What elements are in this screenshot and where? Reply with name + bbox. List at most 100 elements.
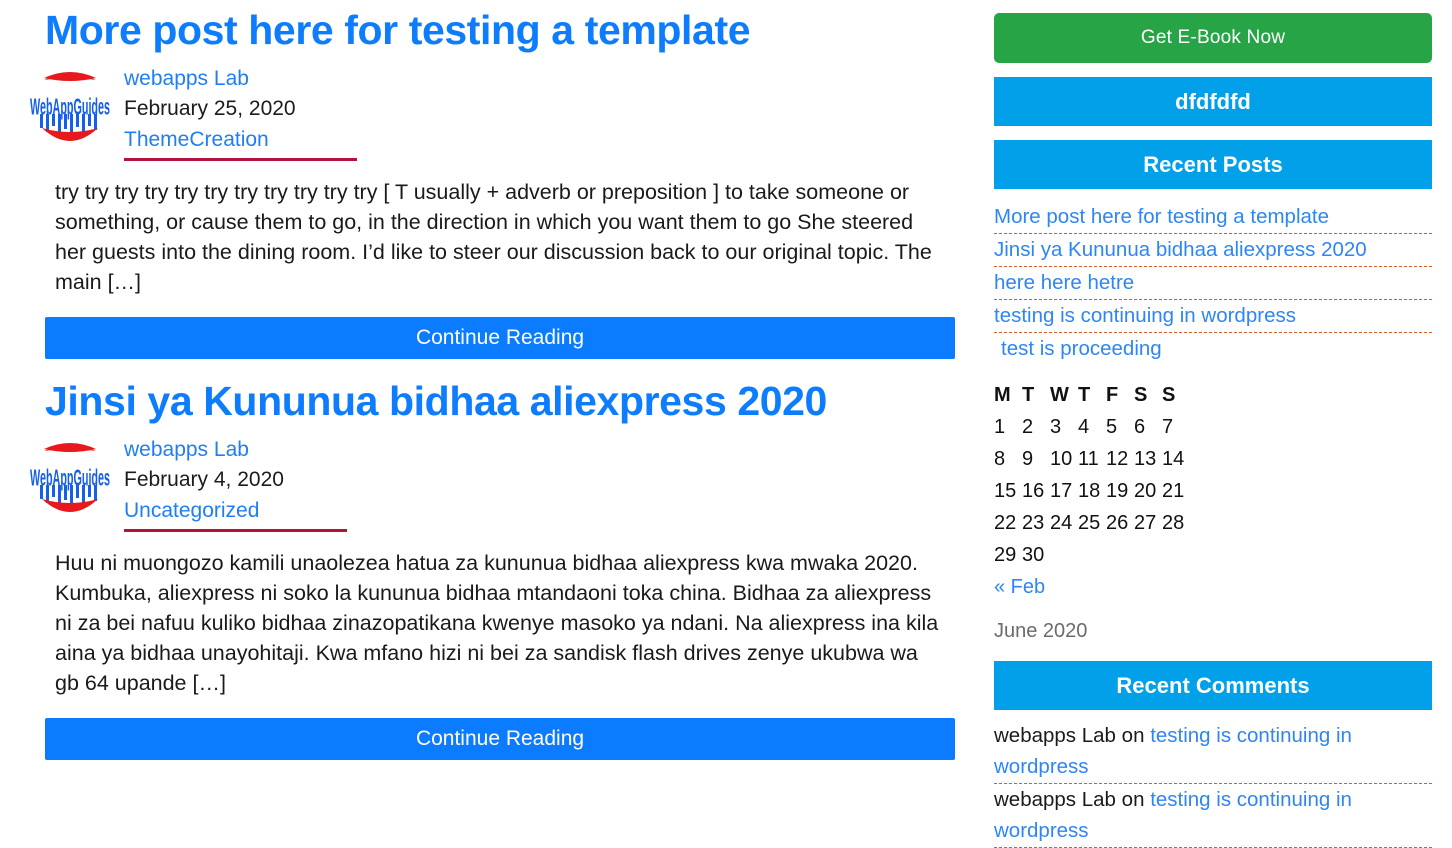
svg-text:WebAppGuides: WebAppGuides [30, 93, 110, 120]
avatar: WebAppGuides [22, 58, 118, 154]
webappguides-logo-icon: WebAppGuides [30, 443, 110, 512]
post-date: February 25, 2020 [124, 97, 296, 120]
calendar-weekday: T [1078, 384, 1091, 406]
list-item: here here hetre [994, 267, 1432, 300]
calendar-month-caption: June 2020 [994, 620, 1088, 642]
post-meta: WebAppGuides webapps Lab February 25, 20… [0, 56, 960, 161]
calendar-day [1162, 539, 1190, 571]
post-category-link[interactable]: Uncategorized [124, 499, 259, 522]
get-ebook-button[interactable]: Get E-Book Now [994, 13, 1432, 63]
calendar-day[interactable]: 17 [1050, 475, 1078, 507]
comment-author: webapps Lab [994, 788, 1116, 811]
calendar-day[interactable]: 22 [994, 507, 1022, 539]
calendar-day[interactable]: 4 [1078, 411, 1106, 443]
calendar-weekday: S [1162, 384, 1176, 406]
calendar-day[interactable]: 26 [1106, 507, 1134, 539]
calendar-day [1134, 539, 1162, 571]
calendar-day[interactable]: 29 [994, 539, 1022, 571]
post-date: February 4, 2020 [124, 468, 284, 491]
calendar-day[interactable]: 7 [1162, 411, 1190, 443]
post-excerpt: Huu ni muongozo kamili unaolezea hatua z… [55, 551, 939, 695]
calendar-week-row: 8 9 10 11 12 13 14 [994, 443, 1190, 475]
recent-post-link[interactable]: Jinsi ya Kununua bidhaa aliexpress 2020 [994, 234, 1432, 265]
calendar-day[interactable]: 23 [1022, 507, 1050, 539]
calendar-week-row: 29 30 [994, 539, 1190, 571]
calendar-day[interactable]: 14 [1162, 443, 1190, 475]
list-item: More post here for testing a template [994, 201, 1432, 234]
calendar-day[interactable]: 1 [994, 411, 1022, 443]
calendar-day [1078, 539, 1106, 571]
calendar-day[interactable]: 28 [1162, 507, 1190, 539]
widget-title: dfdfdfd [994, 77, 1432, 126]
calendar-day[interactable]: 2 [1022, 411, 1050, 443]
calendar-day[interactable]: 19 [1106, 475, 1134, 507]
widget-title: Recent Posts [994, 140, 1432, 189]
calendar-day[interactable]: 10 [1050, 443, 1078, 475]
calendar-day[interactable]: 21 [1162, 475, 1190, 507]
calendar-day[interactable]: 11 [1078, 443, 1106, 475]
post-article: Jinsi ya Kununua bidhaa aliexpress 2020 [0, 359, 960, 760]
post-excerpt: try try try try try try try try try try … [55, 180, 932, 294]
calendar-week-row: 22 23 24 25 26 27 28 [994, 507, 1190, 539]
calendar-table: M T W T F S S 1 2 3 4 5 6 7 8 9 10 11 12… [994, 379, 1190, 571]
list-item: Jinsi ya Kununua bidhaa aliexpress 2020 [994, 234, 1432, 267]
calendar-week-row: 1 2 3 4 5 6 7 [994, 411, 1190, 443]
recent-post-link[interactable]: More post here for testing a template [994, 201, 1432, 232]
main-content-column: More post here for testing a template We… [0, 0, 960, 760]
calendar-day[interactable]: 13 [1134, 443, 1162, 475]
recent-post-link[interactable]: testing is continuing in wordpress [994, 300, 1432, 331]
calendar-day[interactable]: 16 [1022, 475, 1050, 507]
recent-post-link[interactable]: test is proceeding [994, 333, 1432, 364]
list-item: test is proceeding [994, 333, 1432, 365]
calendar-weekday: M [994, 384, 1011, 406]
calendar-day[interactable]: 30 [1022, 539, 1050, 571]
calendar-day[interactable]: 15 [994, 475, 1022, 507]
post-meta: WebAppGuides webapps Lab February 4, 202… [0, 427, 960, 532]
calendar-day [1106, 539, 1134, 571]
list-item: testing is continuing in wordpress [994, 300, 1432, 333]
calendar-header-row: M T W T F S S [994, 379, 1190, 411]
post-category-wrapper: Uncategorized [124, 497, 348, 532]
list-item: webapps Lab on testing is continuing in … [994, 720, 1432, 784]
comment-author: webapps Lab [994, 724, 1116, 747]
calendar-weekday: F [1106, 384, 1119, 406]
calendar-weekday: T [1022, 384, 1035, 406]
post-category-link[interactable]: ThemeCreation [124, 128, 269, 151]
post-title-link[interactable]: More post here for testing a template [0, 0, 960, 56]
calendar-day[interactable]: 20 [1134, 475, 1162, 507]
recent-posts-list: More post here for testing a template Ji… [994, 189, 1432, 365]
calendar-week-row: 15 16 17 18 19 20 21 [994, 475, 1190, 507]
recent-comments-list: webapps Lab on testing is continuing in … [994, 710, 1432, 848]
post-title-link[interactable]: Jinsi ya Kununua bidhaa aliexpress 2020 [0, 359, 960, 427]
calendar-day[interactable]: 27 [1134, 507, 1162, 539]
post-author-link[interactable]: webapps Lab [124, 435, 960, 465]
calendar-day[interactable]: 25 [1078, 507, 1106, 539]
post-article: More post here for testing a template We… [0, 0, 960, 359]
comment-on-word: on [1121, 724, 1145, 747]
calendar-day[interactable]: 3 [1050, 411, 1078, 443]
calendar-day[interactable]: 18 [1078, 475, 1106, 507]
widget-recent-posts: Recent Posts More post here for testing … [994, 140, 1432, 365]
calendar-day[interactable]: 5 [1106, 411, 1134, 443]
calendar-weekday: W [1050, 384, 1069, 406]
continue-reading-button[interactable]: Continue Reading [45, 317, 955, 359]
calendar-day[interactable]: 6 [1134, 411, 1162, 443]
blog-page: More post here for testing a template We… [0, 0, 1452, 848]
avatar: WebAppGuides [22, 429, 118, 525]
widget-title: Recent Comments [994, 661, 1432, 710]
webappguides-logo-icon: WebAppGuides [30, 72, 110, 141]
calendar-prev-month-link[interactable]: « Feb [994, 571, 1045, 603]
post-category-wrapper: ThemeCreation [124, 126, 357, 161]
sidebar: Get E-Book Now dfdfdfd Recent Posts More… [960, 0, 1452, 848]
post-author-link[interactable]: webapps Lab [124, 64, 960, 94]
calendar-weekday: S [1134, 384, 1148, 406]
calendar-day[interactable]: 24 [1050, 507, 1078, 539]
continue-reading-button[interactable]: Continue Reading [45, 718, 955, 760]
widget-recent-comments: Recent Comments webapps Lab on testing i… [994, 661, 1432, 848]
calendar-day[interactable]: 8 [994, 443, 1022, 475]
calendar-day[interactable]: 9 [1022, 443, 1050, 475]
calendar-day[interactable]: 12 [1106, 443, 1134, 475]
svg-text:WebAppGuides: WebAppGuides [30, 464, 110, 491]
recent-post-link[interactable]: here here hetre [994, 267, 1432, 298]
widget-calendar: M T W T F S S 1 2 3 4 5 6 7 8 9 10 11 12… [994, 365, 1432, 647]
